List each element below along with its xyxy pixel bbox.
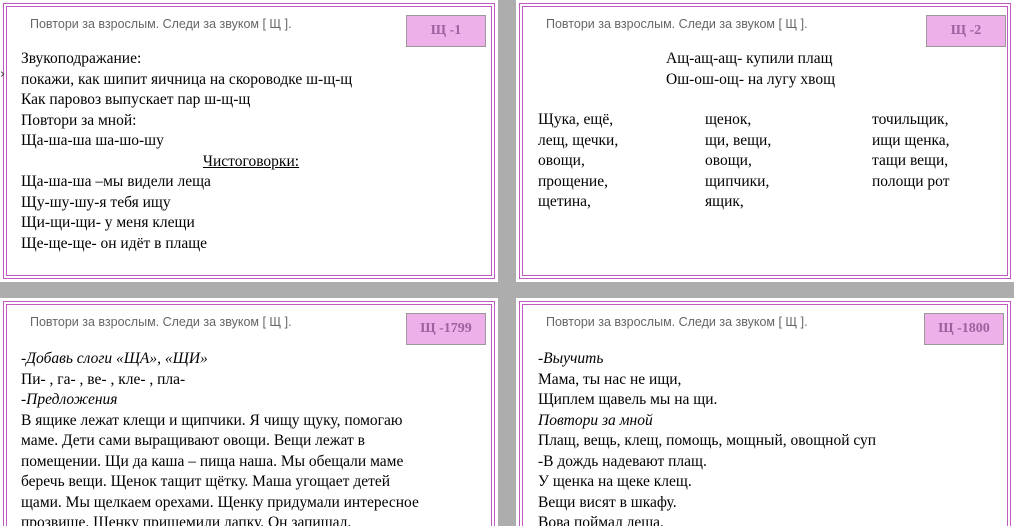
mouse-cursor-icon: › — [0, 67, 6, 82]
text-line: прозвище. Щенку прищемили лапку. Он запи… — [21, 514, 352, 526]
text-line: В ящике лежат клещи и щипчики. Я чищу щу… — [21, 411, 403, 429]
card-1: Повтори за взрослым. Следи за звуком [ Щ… — [0, 0, 498, 282]
card-badge: Щ -2 — [926, 15, 1006, 47]
word-item: щетина, — [538, 193, 591, 210]
text-line: Щу-шу-шу-я тебя ищу — [21, 193, 171, 211]
text-line: Плащ, вещь, клещ, помощь, мощный, овощно… — [538, 432, 877, 449]
word-item: щенок, — [705, 111, 752, 128]
word-item: Щука, ещё, — [538, 111, 614, 128]
word-item: тащи вещи, — [872, 152, 949, 169]
card-content: -Выучить Мама, ты нас не ищи, Щиплем щав… — [538, 349, 876, 526]
word-item: прощение, — [538, 172, 608, 190]
word-item: точильщик, — [872, 111, 949, 128]
text-line: Мама, ты нас не ищи, — [538, 370, 682, 388]
word-item: полощи рот — [872, 172, 950, 190]
text-line: Звукоподражание: — [21, 50, 142, 67]
word-column-2: щенок, щи, вещи, овощи, щипчики, ящик, — [705, 110, 771, 213]
text-line: покажи, как шипит яичница на скороводке … — [21, 70, 353, 88]
text-line: Вещи висят в шкафу. — [538, 493, 677, 511]
card-2: Повтори за взрослым. Следи за звуком [ Щ… — [516, 0, 1014, 282]
instruction-line: Повтори за мной — [538, 411, 653, 429]
text-line: Ще-ще-ще- он идёт в плаще — [21, 234, 208, 252]
text-line: Щи-щи-щи- у меня клещи — [21, 214, 195, 231]
text-line: Ща-ша-ша –мы видели леща — [21, 173, 211, 190]
instruction-line: -Добавь слоги «ЩА», «ЩИ» — [21, 350, 208, 367]
rhyme-block: Ащ-ащ-ащ- купили плащ Ош-ош-ощ- на лугу … — [666, 49, 835, 90]
word-item: овощи, — [705, 152, 752, 169]
text-line: Ща-ша-ша ша-шо-шу — [21, 132, 164, 149]
text-line: Как паровоз выпускает пар ш-щ-щ — [21, 91, 251, 108]
text-line: щами. Мы щелкаем орехами. Щенку придумал… — [21, 493, 419, 511]
card-4: Повтори за взрослым. Следи за звуком [ Щ… — [516, 298, 1014, 526]
word-item: ящик, — [705, 193, 744, 210]
rhyme-line: Ащ-ащ-ащ- купили плащ — [666, 50, 833, 67]
card-header: Повтори за взрослым. Следи за звуком [ Щ… — [30, 17, 292, 31]
card-content: Звукоподражание: покажи, как шипит яични… — [21, 49, 481, 254]
text-line: У щенка на щеке клещ. — [538, 473, 692, 490]
card-badge: Щ -1800 — [924, 313, 1004, 345]
card-header: Повтори за взрослым. Следи за звуком [ Щ… — [30, 315, 292, 329]
rhyme-line: Ош-ош-ощ- на лугу хвощ — [666, 70, 836, 88]
card-content: -Добавь слоги «ЩА», «ЩИ» Пи- , га- , ве-… — [21, 349, 419, 526]
word-item: лещ, щечки, — [538, 131, 619, 149]
card-badge: Щ -1 — [406, 15, 486, 47]
word-item: ищи щенка, — [872, 131, 950, 149]
text-line: Щиплем щавель мы на щи. — [538, 391, 718, 408]
text-line: -В дождь надевают плащ. — [538, 452, 707, 470]
text-line: маме. Дети сами выращивают овощи. Вещи л… — [21, 432, 365, 449]
instruction-line: -Выучить — [538, 350, 604, 367]
card-header: Повтори за взрослым. Следи за звуком [ Щ… — [546, 17, 808, 31]
card-badge: Щ -1799 — [406, 313, 486, 345]
section-heading: Чистоговорки: — [202, 152, 300, 170]
word-column-1: Щука, ещё, лещ, щечки, овощи, прощение, … — [538, 110, 618, 213]
word-column-3: точильщик, ищи щенка, тащи вещи, полощи … — [872, 110, 950, 192]
instruction-line: -Предложения — [21, 391, 118, 408]
card-3: Повтори за взрослым. Следи за звуком [ Щ… — [0, 298, 498, 526]
word-item: щипчики, — [705, 172, 770, 190]
text-line: Вова поймал леща. — [538, 514, 664, 526]
word-item: щи, вещи, — [705, 131, 772, 149]
text-line: беречь вещи. Щенок тащит щётку. Маша уго… — [21, 473, 391, 490]
text-line: Повтори за мной: — [21, 111, 137, 129]
card-header: Повтори за взрослым. Следи за звуком [ Щ… — [546, 315, 808, 329]
text-line: помещении. Щи да каша – пища наша. Мы об… — [21, 452, 404, 470]
text-line: Пи- , га- , ве- , кле- , пла- — [21, 370, 186, 388]
word-item: овощи, — [538, 152, 585, 169]
